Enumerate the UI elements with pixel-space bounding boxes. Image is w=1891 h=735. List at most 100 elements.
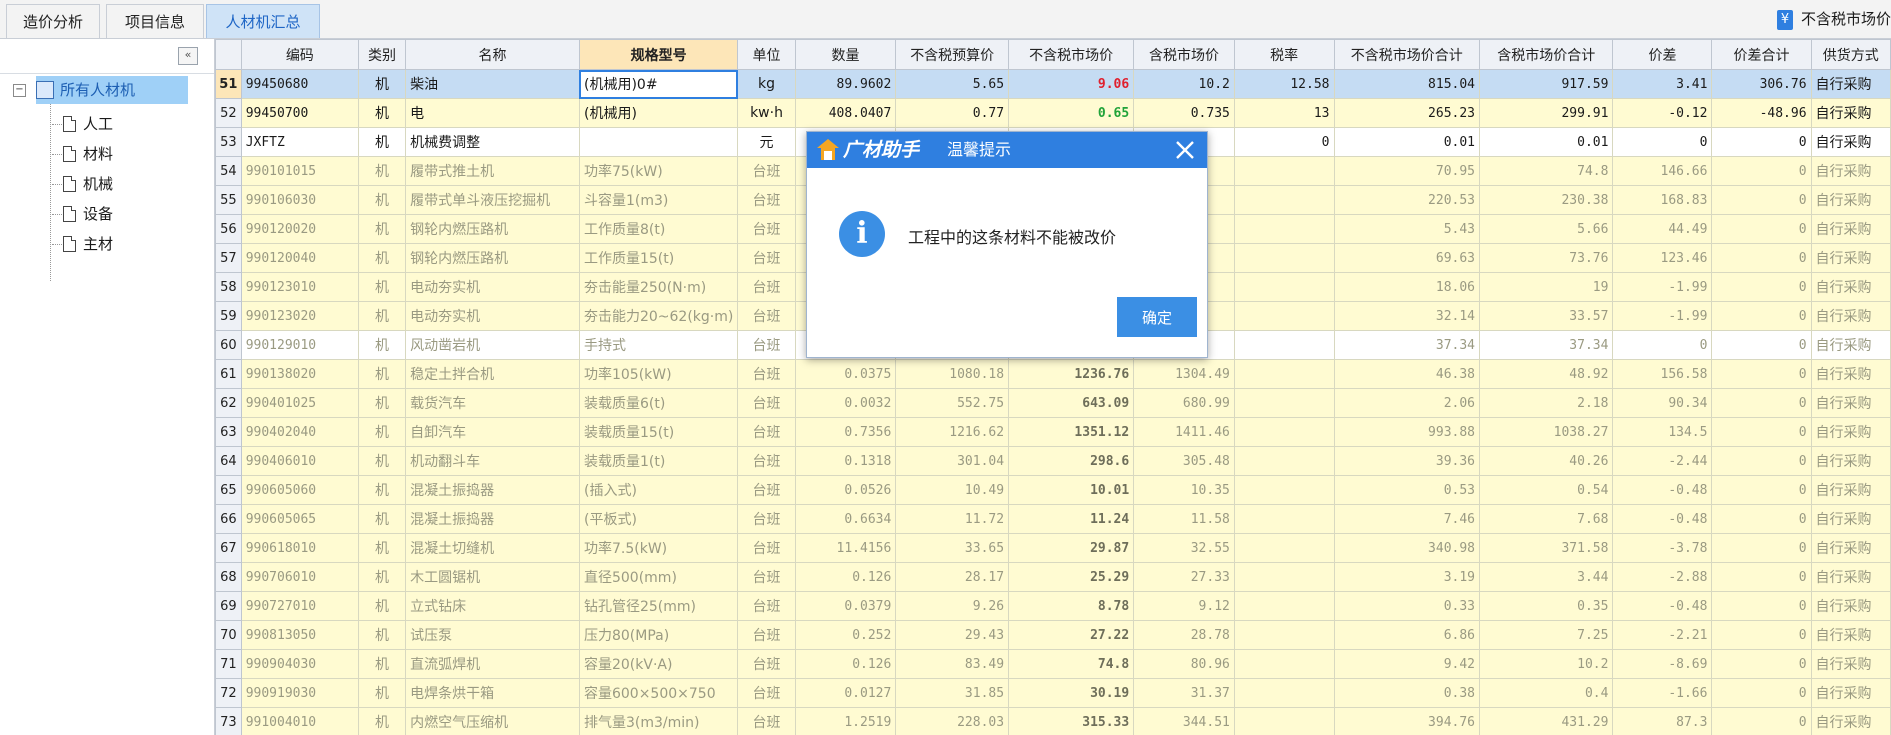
- cell-diff-total[interactable]: 0: [1711, 707, 1812, 735]
- cell-rate[interactable]: [1233, 272, 1335, 302]
- row-number[interactable]: 53: [215, 127, 242, 157]
- cell-code[interactable]: 990101015: [240, 156, 359, 186]
- cell-diff-total[interactable]: 0: [1711, 417, 1812, 447]
- cell-code[interactable]: 990129010: [240, 330, 359, 360]
- cell-rate[interactable]: [1233, 707, 1335, 735]
- cell-market-total[interactable]: 0.33: [1333, 591, 1481, 621]
- table-row[interactable]: 67 990618010 机混凝土切缝机 功率7.5(kW) 台班 11.4156 33.6…: [215, 533, 1891, 563]
- cell-rate[interactable]: [1233, 620, 1335, 650]
- cell-market-total[interactable]: 815.04: [1333, 69, 1481, 99]
- cell-tax-market[interactable]: 1411.46: [1133, 417, 1235, 447]
- cell-budget[interactable]: 301.04: [895, 446, 1010, 476]
- cell-name[interactable]: 履带式单斗液压挖掘机: [405, 185, 580, 215]
- cell-unit[interactable]: 台班: [737, 156, 796, 186]
- cell-name[interactable]: 钢轮内燃压路机: [405, 243, 580, 273]
- cell-cat[interactable]: 机: [357, 272, 407, 302]
- cell-qty[interactable]: 0.0127: [794, 678, 897, 708]
- cell-unit[interactable]: 台班: [737, 417, 796, 447]
- cell-supply[interactable]: 自行采购: [1810, 475, 1891, 505]
- cell-unit[interactable]: 台班: [737, 214, 796, 244]
- cell-name[interactable]: 电动夯实机: [405, 301, 580, 331]
- cell-spec[interactable]: 排气量3(m3/min): [578, 707, 739, 735]
- col-header[interactable]: 名称: [405, 39, 580, 70]
- cell-tax-total[interactable]: 37.34: [1479, 330, 1614, 360]
- cell-spec[interactable]: 功率105(kW): [578, 359, 739, 389]
- cell-code[interactable]: 990727010: [240, 591, 359, 621]
- cell-code[interactable]: 990106030: [240, 185, 359, 215]
- row-number[interactable]: 66: [215, 504, 242, 534]
- cell-cat[interactable]: 机: [357, 359, 407, 389]
- cell-rate[interactable]: [1233, 359, 1335, 389]
- cell-market[interactable]: 298.6: [1008, 446, 1135, 476]
- cell-supply[interactable]: 自行采购: [1810, 504, 1891, 534]
- row-number[interactable]: 72: [215, 678, 242, 708]
- cell-rate[interactable]: [1233, 678, 1335, 708]
- cell-qty[interactable]: 0.0526: [794, 475, 897, 505]
- cell-market-total[interactable]: 0.01: [1333, 127, 1481, 157]
- row-number[interactable]: 52: [215, 98, 242, 128]
- tab-project-info[interactable]: 项目信息: [106, 4, 204, 38]
- cell-name[interactable]: 内燃空气压缩机: [405, 707, 580, 735]
- row-number[interactable]: 58: [215, 272, 242, 302]
- cell-name[interactable]: 柴油: [405, 69, 580, 99]
- cell-budget[interactable]: 1216.62: [895, 417, 1010, 447]
- col-header[interactable]: 单位: [737, 39, 796, 70]
- cell-spec[interactable]: (平板式): [578, 504, 739, 534]
- cell-cat[interactable]: 机: [357, 678, 407, 708]
- cell-diff-total[interactable]: 0: [1711, 475, 1812, 505]
- cell-spec[interactable]: 功率7.5(kW): [578, 533, 739, 563]
- cell-cat[interactable]: 机: [357, 214, 407, 244]
- cell-cat[interactable]: 机: [357, 98, 407, 128]
- cell-market-total[interactable]: 69.63: [1333, 243, 1481, 273]
- cell-tax-total[interactable]: 40.26: [1479, 446, 1614, 476]
- cell-diff[interactable]: 0: [1612, 127, 1713, 157]
- cell-code[interactable]: 990605065: [240, 504, 359, 534]
- cell-rate[interactable]: [1233, 446, 1335, 476]
- cell-diff[interactable]: 146.66: [1612, 156, 1713, 186]
- cell-cat[interactable]: 机: [357, 707, 407, 735]
- col-header[interactable]: 不含税预算价: [895, 39, 1010, 70]
- cell-name[interactable]: 试压泵: [405, 620, 580, 650]
- cell-unit[interactable]: 台班: [737, 243, 796, 273]
- cell-spec[interactable]: 手持式: [578, 330, 739, 360]
- cell-tax-market[interactable]: 28.78: [1133, 620, 1235, 650]
- cell-rate[interactable]: [1233, 185, 1335, 215]
- cell-qty[interactable]: 0.6634: [794, 504, 897, 534]
- cell-supply[interactable]: 自行采购: [1810, 388, 1891, 418]
- cell-diff[interactable]: -2.88: [1612, 562, 1713, 592]
- cell-qty[interactable]: 0.1318: [794, 446, 897, 476]
- cell-unit[interactable]: 台班: [737, 301, 796, 331]
- cell-diff-total[interactable]: 0: [1711, 620, 1812, 650]
- cell-diff[interactable]: -1.66: [1612, 678, 1713, 708]
- cell-market[interactable]: 30.19: [1008, 678, 1135, 708]
- cell-diff-total[interactable]: 0: [1711, 185, 1812, 215]
- cell-tax-total[interactable]: 33.57: [1479, 301, 1614, 331]
- cell-diff-total[interactable]: 0: [1711, 359, 1812, 389]
- cell-tax-total[interactable]: 431.29: [1479, 707, 1614, 735]
- cell-diff[interactable]: -0.48: [1612, 591, 1713, 621]
- cell-spec[interactable]: 夯击能力20~62(kg·m): [578, 301, 739, 331]
- cell-market-total[interactable]: 6.86: [1333, 620, 1481, 650]
- cell-spec[interactable]: [578, 127, 739, 157]
- cell-cat[interactable]: 机: [357, 301, 407, 331]
- row-number[interactable]: 64: [215, 446, 242, 476]
- cell-supply[interactable]: 自行采购: [1810, 330, 1891, 360]
- tree-item-equipment[interactable]: 设备: [52, 201, 202, 227]
- cell-budget[interactable]: 10.49: [895, 475, 1010, 505]
- cell-rate[interactable]: [1233, 330, 1335, 360]
- cell-supply[interactable]: 自行采购: [1810, 214, 1891, 244]
- cell-diff[interactable]: -1.99: [1612, 272, 1713, 302]
- cell-market[interactable]: 315.33: [1008, 707, 1135, 735]
- cell-name[interactable]: 钢轮内燃压路机: [405, 214, 580, 244]
- cell-spec[interactable]: 容量600×500×750: [578, 678, 739, 708]
- cell-market[interactable]: 29.87: [1008, 533, 1135, 563]
- cell-cat[interactable]: 机: [357, 243, 407, 273]
- table-row[interactable]: 64 990406010 机机动翻斗车 装载质量1(t) 台班 0.1318 301.04 2…: [215, 446, 1891, 476]
- cell-market[interactable]: 8.78: [1008, 591, 1135, 621]
- cell-market[interactable]: 74.8: [1008, 649, 1135, 679]
- cell-diff-total[interactable]: 0: [1711, 127, 1812, 157]
- cell-rate[interactable]: 12.58: [1233, 69, 1335, 99]
- cell-market-total[interactable]: 3.19: [1333, 562, 1481, 592]
- cell-spec[interactable]: 工作质量8(t): [578, 214, 739, 244]
- cell-supply[interactable]: 自行采购: [1810, 562, 1891, 592]
